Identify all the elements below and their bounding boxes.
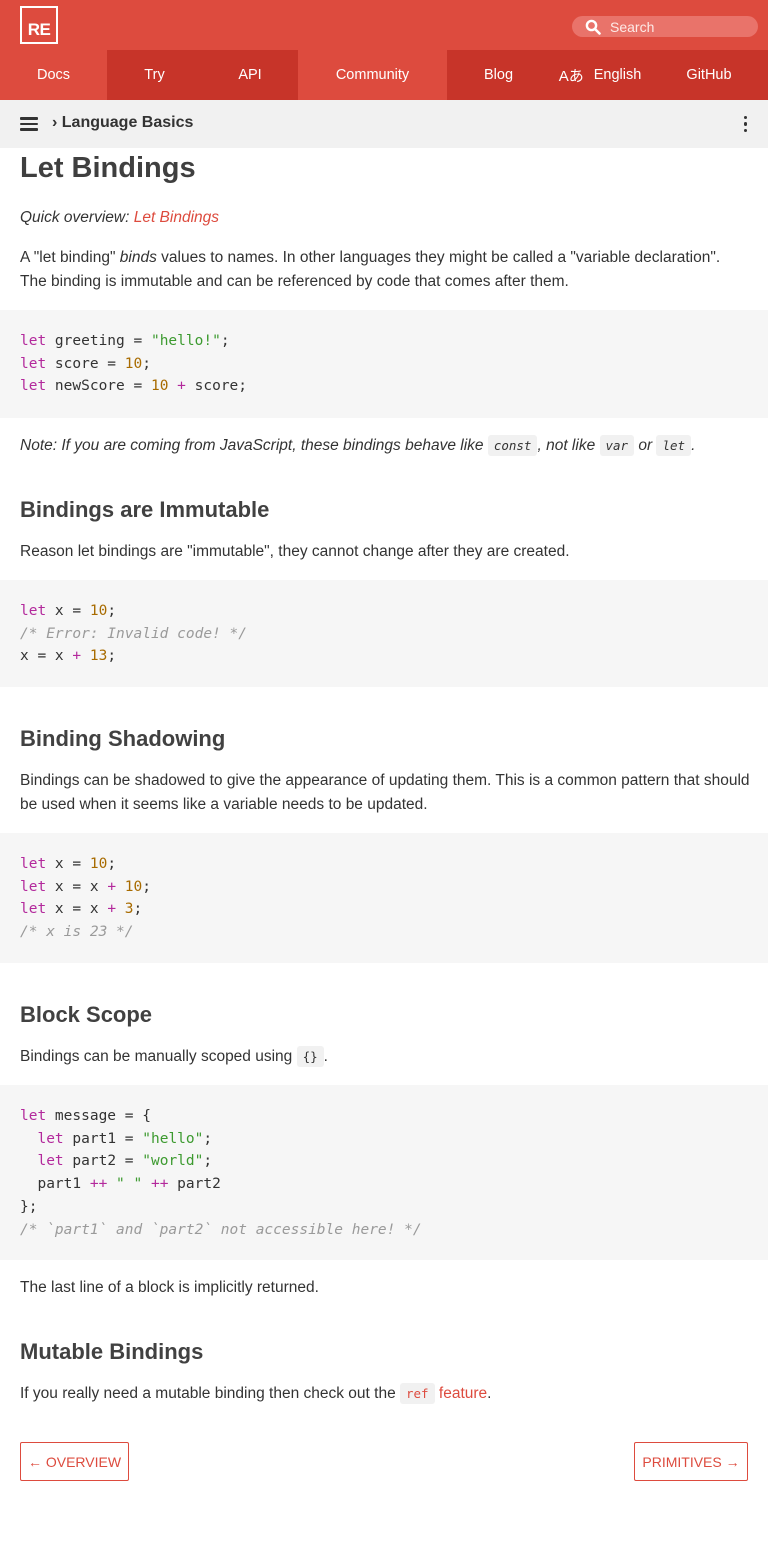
page-title: Let Bindings [20,152,196,184]
breadcrumb-bar: › Language Basics [0,100,768,148]
nav-github-label: GitHub [686,67,732,83]
code-block-shadowing: let x = 10; let x = x + 10; let x = x + … [0,833,768,963]
code-block-scope: let message = { let part1 = "hello"; let… [0,1085,768,1260]
shadowing-paragraph: Bindings can be shadowed to give the app… [20,772,750,813]
nav-try-label: Try [144,67,165,83]
quick-overview-link[interactable]: Let Bindings [134,209,219,226]
logo[interactable]: RE [20,6,58,44]
immutable-paragraph: Reason let bindings are "immutable", the… [20,543,570,560]
nav-language-label: English [593,67,642,83]
intro-text-1: A "let binding" [20,249,120,266]
nav-blog-label: Blog [483,67,514,83]
heading-shadowing: Binding Shadowing [20,726,226,751]
nav-github[interactable]: GitHub [650,50,768,100]
main-nav: Docs Try API Community Blog Aあ English G… [0,50,768,100]
note-text-3: or [634,437,657,454]
more-options-icon[interactable] [743,116,748,132]
block-return-paragraph: The last line of a block is implicitly r… [20,1279,319,1296]
inline-code-var: var [599,435,635,456]
mutable-text-1: If you really need a mutable binding the… [20,1385,400,1402]
note-text-1: Note: If you are coming from JavaScript,… [20,437,488,454]
nav-docs[interactable]: Docs [0,50,107,100]
prev-page-button[interactable]: ← OVERVIEW [20,1442,129,1481]
block-text-2: . [323,1048,328,1065]
block-text-1: Bindings can be manually scoped using [20,1048,297,1065]
heading-block-scope: Block Scope [20,1002,153,1027]
nav-api[interactable]: API [202,50,298,100]
hamburger-menu-icon[interactable] [20,117,38,131]
nav-api-label: API [238,67,262,83]
nav-blog[interactable]: Blog [447,50,550,100]
javascript-note: Note: If you are coming from JavaScript,… [20,434,750,458]
heading-immutable: Bindings are Immutable [20,497,270,522]
inline-code-let: let [656,435,692,456]
intro-emphasis: binds [119,249,157,266]
search-input[interactable]: Search [572,16,758,37]
intro-paragraph: A "let binding" binds values to names. I… [20,246,750,294]
search-icon [585,19,601,35]
quick-overview-prefix: Quick overview: [20,209,134,226]
breadcrumb: › Language Basics [52,114,194,131]
code-block-greeting: let greeting = "hello!"; let score = 10;… [0,310,768,418]
inline-code-ref[interactable]: ref [400,1383,435,1404]
nav-language[interactable]: Aあ English [550,50,650,100]
inline-code-const: const [487,435,538,456]
heading-mutable: Mutable Bindings [20,1339,204,1364]
nav-try[interactable]: Try [107,50,202,100]
note-text-2: , not like [537,437,600,454]
mutable-text-2: . [487,1385,492,1402]
search-placeholder: Search [610,18,655,35]
nav-community[interactable]: Community [298,50,447,100]
code-block-immutable: let x = 10; /* Error: Invalid code! */ x… [0,580,768,687]
nav-community-label: Community [335,67,410,83]
language-icon: Aあ [558,67,584,85]
mutable-paragraph: If you really need a mutable binding the… [20,1382,750,1406]
next-page-button[interactable]: PRIMITIVES → [634,1442,748,1481]
top-bar: RE Search [0,0,768,50]
note-text-4: . [691,437,696,454]
block-scope-paragraph: Bindings can be manually scoped using {}… [20,1045,750,1069]
ref-feature-link[interactable]: feature [439,1385,487,1402]
quick-overview: Quick overview: Let Bindings [20,206,750,230]
inline-code-braces: {} [296,1046,324,1067]
nav-docs-label: Docs [36,67,71,83]
